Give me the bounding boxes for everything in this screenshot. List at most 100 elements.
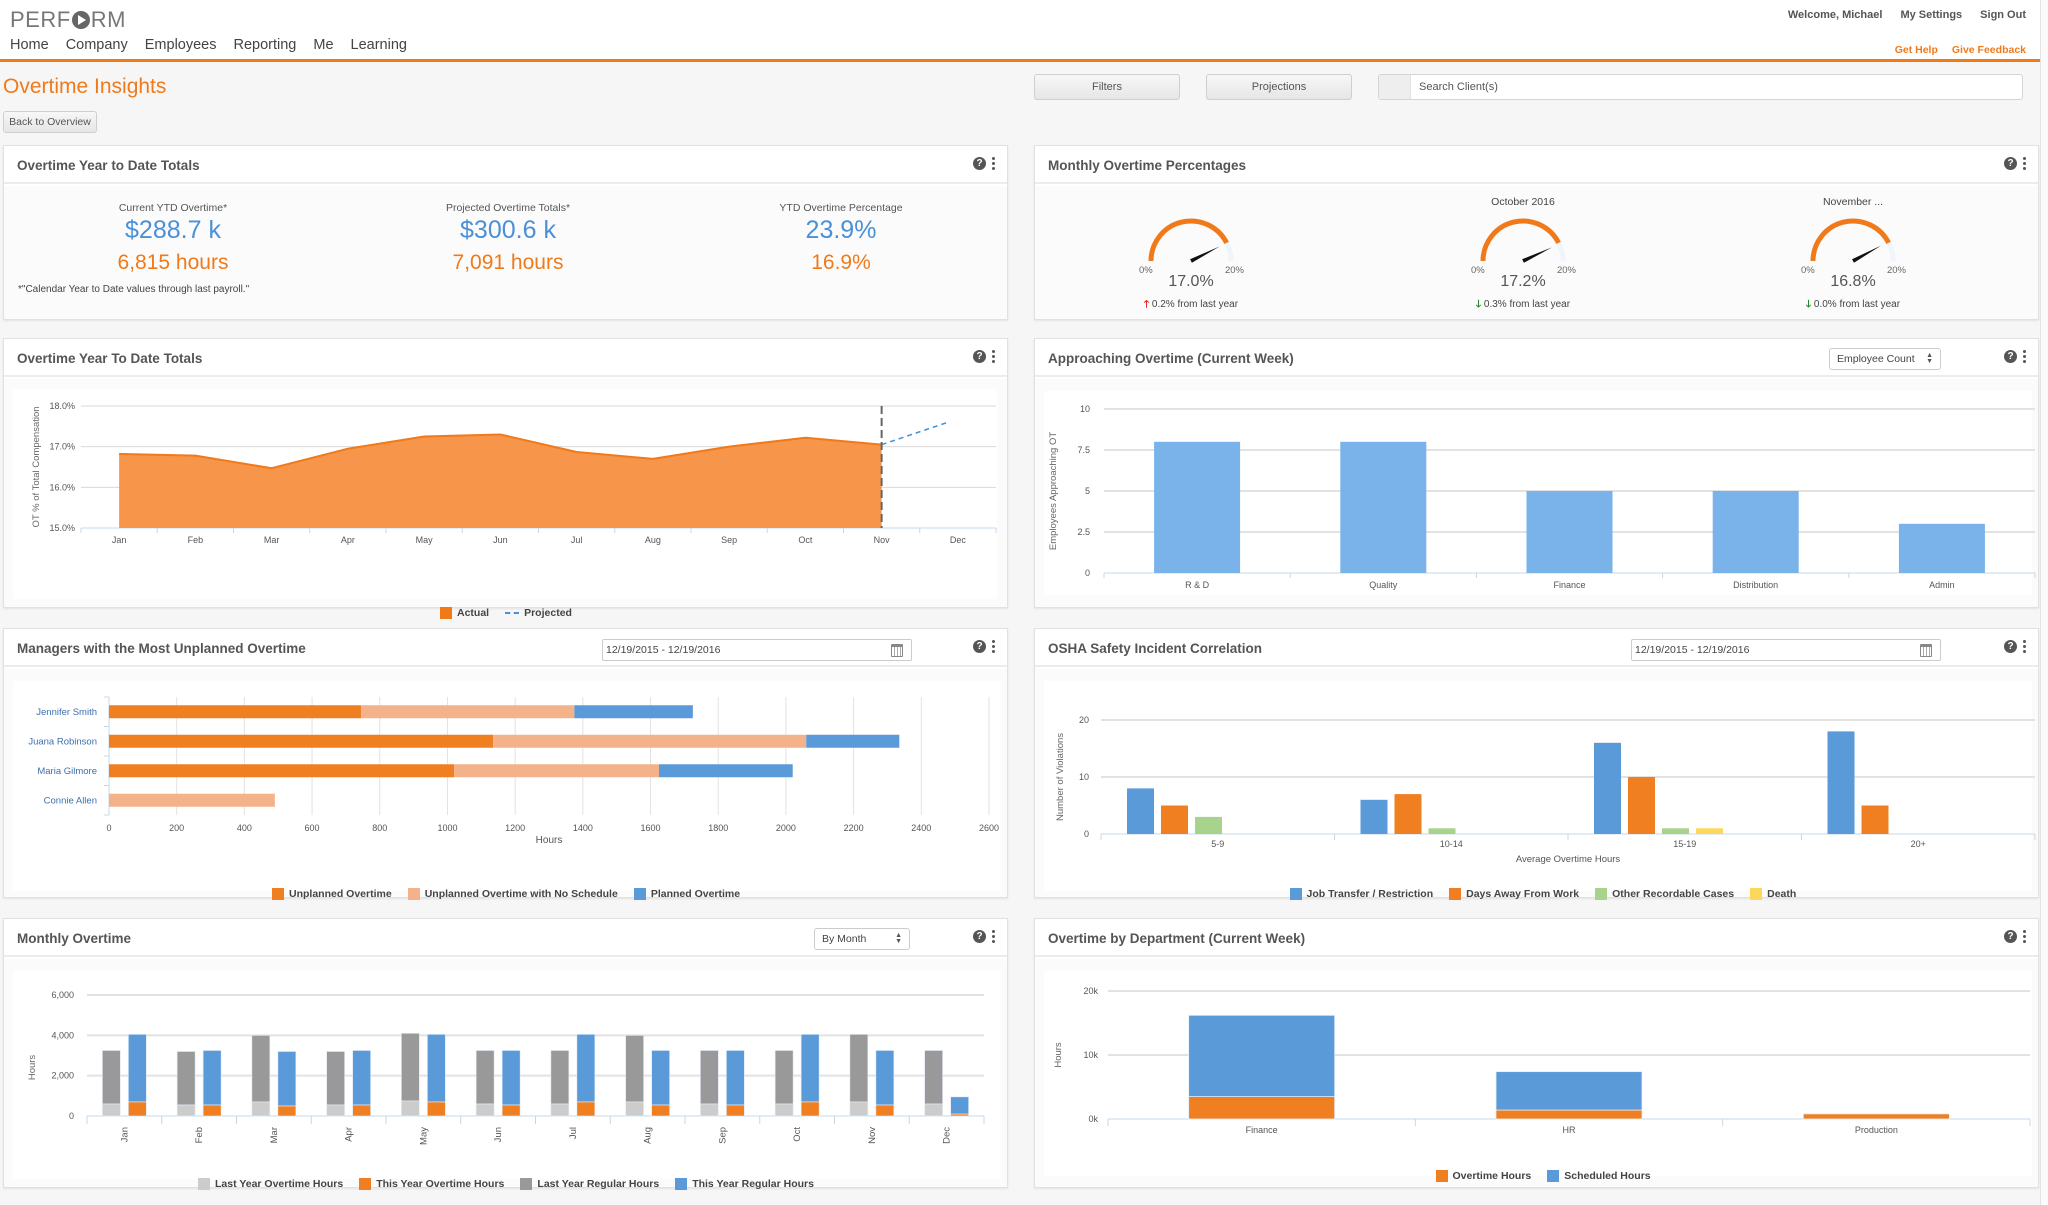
- search-clients-field[interactable]: [1378, 74, 2023, 100]
- calendar-icon[interactable]: [891, 644, 903, 657]
- legend-item[interactable]: Days Away From Work: [1449, 888, 1579, 900]
- nav-me[interactable]: Me: [313, 37, 333, 53]
- legend-item[interactable]: Planned Overtime: [633, 888, 740, 900]
- panel-body: 0% 20% 17.0% 🡑 0.2% from last year October 2…: [1035, 186, 2038, 319]
- gauge-month-label: October 2016: [1491, 196, 1555, 208]
- x-tick-label: 2400: [911, 823, 931, 833]
- nav-reporting[interactable]: Reporting: [233, 37, 296, 53]
- page-scrollbar[interactable]: [2040, 0, 2048, 1205]
- help-icon[interactable]: ?: [2004, 930, 2017, 943]
- ot-ytd-area-chart: 15.0% 16.0% 17.0% 18.0% Jan Feb Mar Apr May Jun Ju…: [31, 401, 997, 545]
- legend-item[interactable]: Last Year Overtime Hours: [198, 1178, 343, 1190]
- date-range-input[interactable]: 12/19/2015 - 12/19/2016: [1631, 639, 1941, 661]
- give-feedback-link[interactable]: Give Feedback: [1952, 44, 2026, 56]
- kpi-label: Current YTD Overtime*: [118, 202, 228, 214]
- x-tick-label: Jun: [493, 1127, 504, 1142]
- metric-select[interactable]: Employee Count ▲ ▼: [1829, 348, 1941, 370]
- legend-swatch: [440, 607, 452, 619]
- date-range-input[interactable]: 12/19/2015 - 12/19/2016: [602, 639, 912, 661]
- legend-label: This Year Overtime Hours: [376, 1178, 505, 1190]
- legend-swatch: [1750, 888, 1763, 900]
- bar-segment: [659, 764, 793, 778]
- y-axis-title: Number of Violations: [1055, 733, 1066, 821]
- sign-out-link[interactable]: Sign Out: [1980, 9, 2026, 21]
- legend-label: Actual: [457, 607, 490, 619]
- more-options-icon[interactable]: [992, 350, 995, 363]
- more-options-icon[interactable]: [992, 930, 995, 943]
- legend-item[interactable]: Job Transfer / Restriction: [1289, 888, 1433, 900]
- more-options-icon[interactable]: [992, 640, 995, 653]
- x-tick-label: Dec: [942, 1127, 953, 1144]
- legend-item[interactable]: Other Recordable Cases: [1595, 888, 1734, 900]
- period-select[interactable]: By Month ▲ ▼: [814, 928, 910, 950]
- legend-item[interactable]: Unplanned Overtime with No Schedule: [407, 888, 618, 900]
- y-tick-label: 18.0%: [49, 401, 75, 411]
- legend-item[interactable]: Unplanned Overtime: [272, 888, 392, 900]
- x-tick-label: 600: [305, 823, 320, 833]
- more-options-icon[interactable]: [2023, 350, 2026, 363]
- bar-segment: [550, 1103, 570, 1117]
- legend-item[interactable]: Projected: [505, 607, 572, 619]
- x-tick-label: 15-19: [1673, 839, 1696, 849]
- nav-company[interactable]: Company: [66, 37, 128, 53]
- bar-segment: [401, 1033, 420, 1102]
- gauge-fill-arc: [1148, 218, 1229, 262]
- perform-logo[interactable]: PERF RM: [10, 7, 126, 33]
- calendar-icon[interactable]: [1920, 644, 1932, 657]
- legend-swatch: [675, 1178, 688, 1190]
- panel-body: 0 2.5 5 7.5 10 R & D Quality Finance Distributio…: [1035, 379, 2038, 607]
- help-links: Get Help Give Feedback: [1895, 44, 2026, 56]
- bar: [1127, 788, 1154, 834]
- help-icon[interactable]: ?: [973, 350, 986, 363]
- nav-home[interactable]: Home: [10, 37, 49, 53]
- bar-segment: [774, 1050, 794, 1105]
- x-tick-label: 2200: [844, 823, 864, 833]
- kpi-value: 23.9%: [805, 216, 877, 244]
- bar-segment: [352, 1050, 371, 1106]
- legend-item[interactable]: This Year Regular Hours: [675, 1178, 814, 1190]
- legend-item[interactable]: Death: [1750, 888, 1796, 900]
- more-options-icon[interactable]: [2023, 640, 2026, 653]
- my-settings-link[interactable]: My Settings: [1900, 9, 1962, 21]
- help-icon[interactable]: ?: [973, 157, 986, 170]
- managers-stacked-bar-chart: 0 200 400 600 800 1000 1200 1400 1600 1800 2000 220…: [28, 696, 999, 846]
- more-options-icon[interactable]: [2023, 157, 2026, 170]
- kpi-secondary: 7,091 hours: [452, 251, 564, 274]
- bar-segment: [326, 1104, 345, 1117]
- y-tick-label: 0: [1084, 829, 1089, 839]
- filters-button[interactable]: Filters: [1034, 74, 1180, 100]
- projections-button[interactable]: Projections: [1206, 74, 1352, 100]
- help-icon[interactable]: ?: [973, 930, 986, 943]
- legend-item[interactable]: Last Year Regular Hours: [520, 1178, 659, 1190]
- help-icon[interactable]: ?: [2004, 350, 2017, 363]
- gauge-delta: 🡓 0.3% from last year: [1443, 297, 1603, 314]
- more-options-icon[interactable]: [2023, 930, 2026, 943]
- logo-text-start: PERF: [10, 7, 71, 32]
- osha-correlation-panel: OSHA Safety Incident Correlation 12/19/2…: [1034, 628, 2039, 900]
- more-options-icon[interactable]: [992, 157, 995, 170]
- legend-label: Days Away From Work: [1466, 888, 1580, 900]
- x-tick-label: Aug: [643, 1127, 654, 1144]
- legend-item[interactable]: Scheduled Hours: [1547, 1170, 1651, 1182]
- gauge-needle: [1522, 247, 1552, 263]
- nav-learning[interactable]: Learning: [351, 37, 407, 53]
- legend-item[interactable]: Overtime Hours: [1435, 1170, 1531, 1182]
- back-to-overview-button[interactable]: Back to Overview: [3, 111, 97, 133]
- gauge-delta: 🡑 0.2% from last year: [1111, 297, 1271, 314]
- search-clients-input[interactable]: [1411, 81, 2022, 93]
- legend-item[interactable]: This Year Overtime Hours: [359, 1178, 504, 1190]
- metric-select-value: Employee Count: [1837, 353, 1915, 365]
- legend-swatch: [272, 888, 284, 900]
- bar-segment: [501, 1050, 521, 1106]
- legend-swatch: [1547, 1170, 1560, 1182]
- legend-item[interactable]: Actual: [440, 607, 489, 619]
- bar-segment: [875, 1104, 895, 1117]
- nav-employees[interactable]: Employees: [145, 37, 217, 53]
- help-icon[interactable]: ?: [2004, 640, 2017, 653]
- x-tick-label: May: [416, 535, 434, 545]
- bar-segment: [950, 1096, 969, 1115]
- help-icon[interactable]: ?: [973, 640, 986, 653]
- x-tick-label: 1400: [573, 823, 593, 833]
- help-icon[interactable]: ?: [2004, 157, 2017, 170]
- get-help-link[interactable]: Get Help: [1895, 44, 1938, 56]
